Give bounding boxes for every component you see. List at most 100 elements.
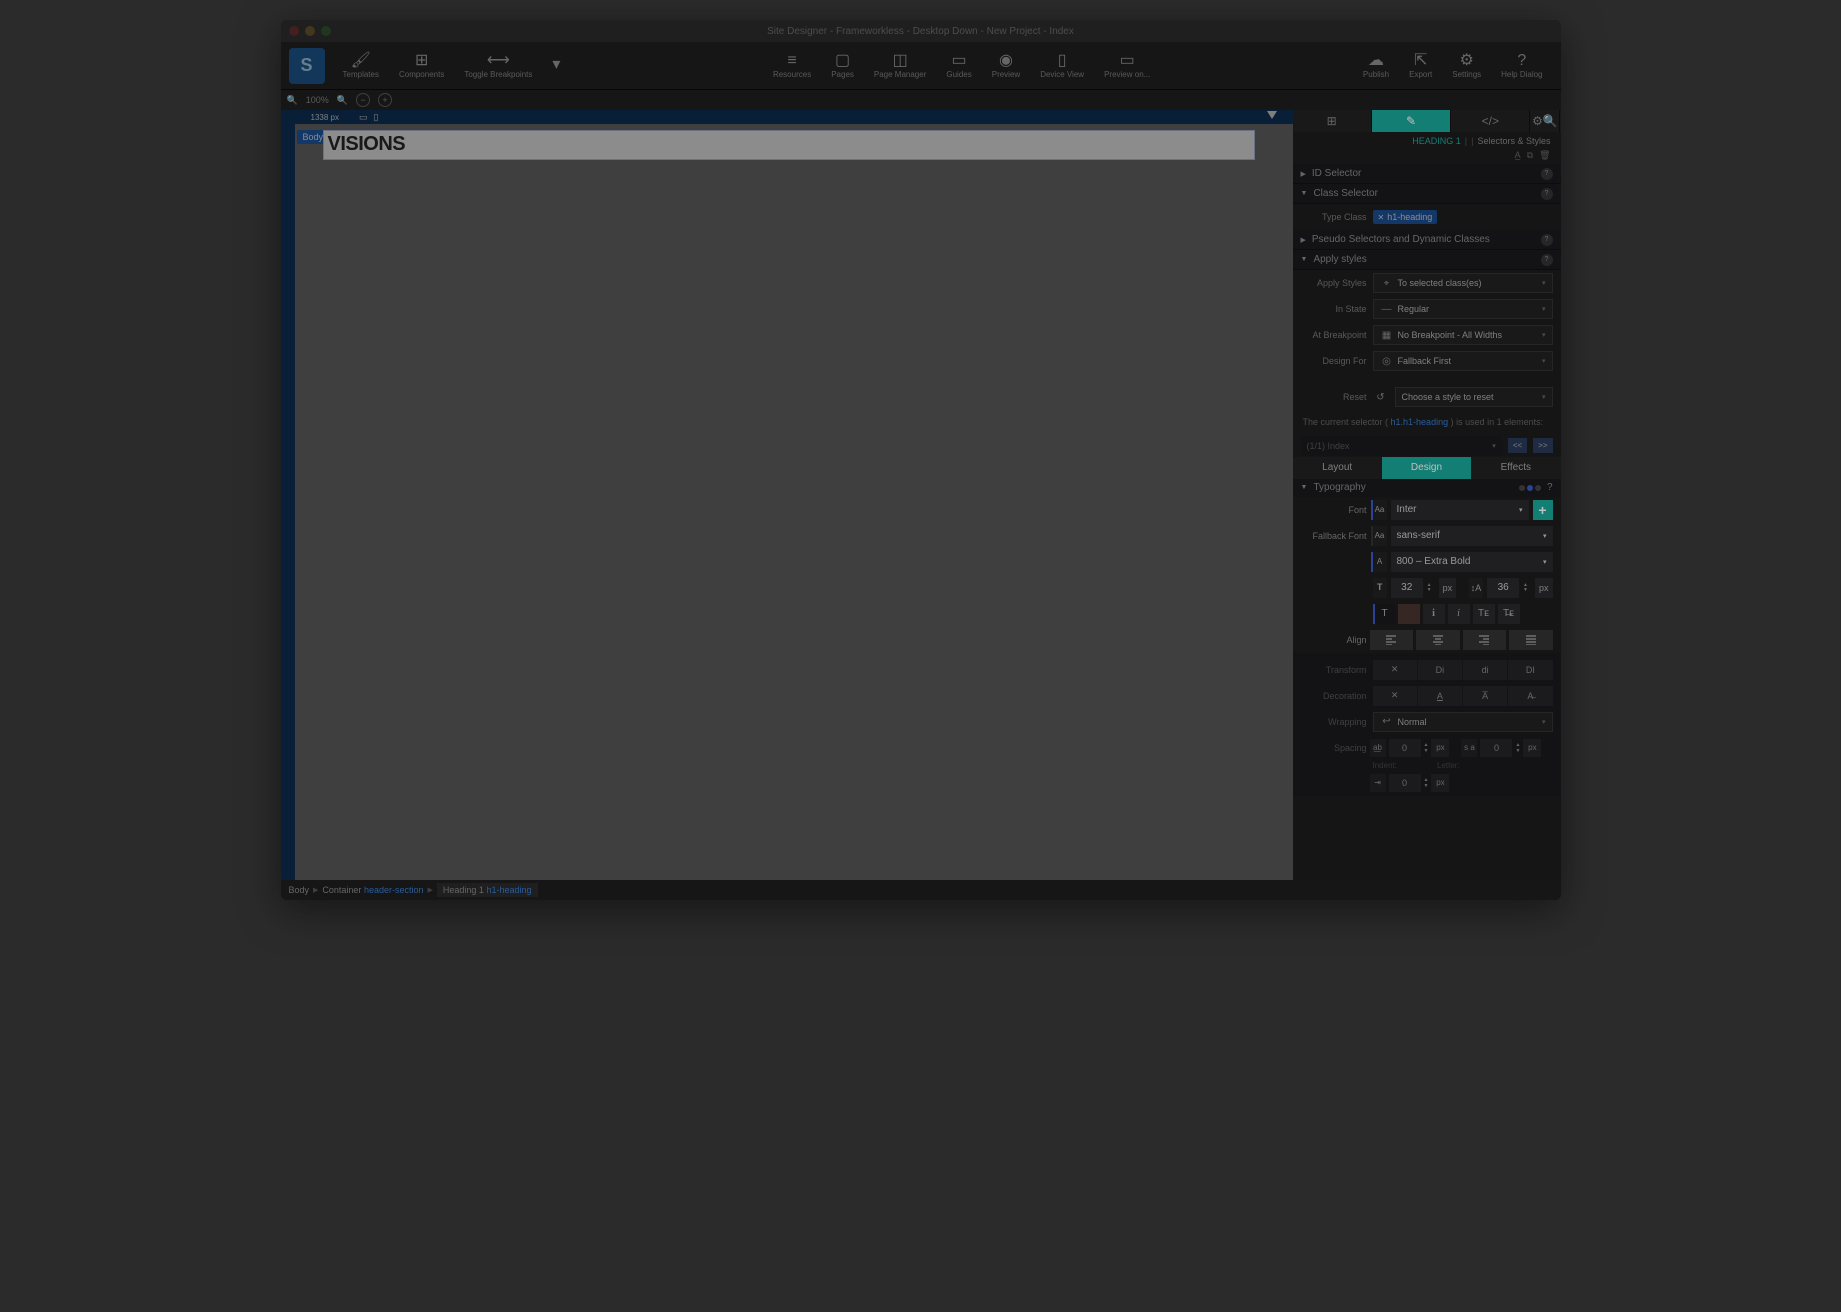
- font-weight-select[interactable]: 800 – Extra Bold▾: [1391, 552, 1553, 572]
- italic-button[interactable]: i: [1448, 604, 1470, 624]
- ruler-horizontal[interactable]: 1338 px ▭ ▯: [281, 110, 1293, 124]
- selector-link[interactable]: h1.h1-heading: [1391, 417, 1449, 427]
- word-spacing-input[interactable]: 0: [1389, 739, 1421, 757]
- device-toggle-desktop-icon[interactable]: ▭: [359, 112, 368, 123]
- id-selector-section[interactable]: ▶ID Selector?: [1293, 164, 1561, 184]
- grid-mode-tab[interactable]: ⊞: [1293, 110, 1372, 132]
- zoom-minus-button[interactable]: −: [356, 93, 370, 107]
- transform-lowercase[interactable]: di: [1463, 660, 1507, 680]
- strikethrough-button[interactable]: T̶ᴇ: [1498, 604, 1520, 624]
- pseudo-section[interactable]: ▶Pseudo Selectors and Dynamic Classes?: [1293, 230, 1561, 250]
- help-icon[interactable]: ?: [1541, 188, 1553, 200]
- smallcaps-button[interactable]: Tᴇ: [1473, 604, 1495, 624]
- add-font-button[interactable]: +: [1533, 500, 1553, 520]
- breakpoint-marker[interactable]: [1267, 111, 1277, 119]
- code-mode-tab[interactable]: </>: [1451, 110, 1530, 132]
- canvas-stage[interactable]: Body VISIONS: [295, 124, 1293, 880]
- delete-icon[interactable]: 🗑: [1539, 150, 1550, 164]
- align-left-button[interactable]: [1370, 630, 1414, 650]
- toggle-breakpoints-button[interactable]: ⟷Toggle Breakpoints: [454, 51, 542, 81]
- page-manager-button[interactable]: ◫Page Manager: [864, 51, 936, 81]
- decoration-overline[interactable]: A̅: [1463, 686, 1507, 706]
- search-tab[interactable]: ⚙🔍: [1530, 110, 1560, 132]
- next-usage-button[interactable]: >>: [1533, 438, 1552, 453]
- duplicate-icon[interactable]: ⧉: [1527, 150, 1533, 164]
- in-state-select[interactable]: —Regular▾: [1373, 299, 1553, 319]
- resources-button[interactable]: ≡Resources: [763, 51, 821, 81]
- bold-button[interactable]: i: [1423, 604, 1445, 624]
- decoration-none[interactable]: ✕: [1373, 686, 1417, 706]
- remove-chip-icon[interactable]: ✕: [1378, 213, 1385, 222]
- letter-spacing-stepper[interactable]: ▲▼: [1515, 742, 1520, 754]
- align-justify-button[interactable]: [1509, 630, 1553, 650]
- help-icon[interactable]: ?: [1541, 168, 1553, 180]
- selected-element[interactable]: VISIONS: [323, 130, 1255, 160]
- zoom-out-icon[interactable]: 🔍: [287, 95, 298, 106]
- apply-styles-select[interactable]: ⌖To selected class(es)▾: [1373, 273, 1553, 293]
- help-icon[interactable]: ?: [1541, 254, 1553, 266]
- size-unit[interactable]: px: [1439, 578, 1457, 598]
- text-color-button[interactable]: T: [1373, 604, 1395, 624]
- word-spacing-stepper[interactable]: ▲▼: [1424, 742, 1429, 754]
- decoration-strike[interactable]: A̶: [1508, 686, 1552, 706]
- bc-heading[interactable]: Heading 1 h1-heading: [437, 883, 538, 897]
- font-size-icon: 𝐓: [1373, 578, 1387, 598]
- transform-none[interactable]: ✕: [1373, 660, 1417, 680]
- preview-button[interactable]: ◉Preview: [982, 51, 1030, 81]
- apply-styles-section[interactable]: ▼Apply styles?: [1293, 250, 1561, 270]
- font-select[interactable]: Inter▾: [1391, 500, 1529, 520]
- transform-capitalize[interactable]: Di: [1418, 660, 1462, 680]
- class-chip[interactable]: ✕h1-heading: [1373, 210, 1438, 224]
- transform-uppercase[interactable]: DI: [1508, 660, 1552, 680]
- ruler-vertical[interactable]: [281, 124, 295, 880]
- style-mode-tab[interactable]: ✎: [1372, 110, 1451, 132]
- device-toggle-mobile-icon[interactable]: ▯: [373, 112, 378, 123]
- device-icon: ▯: [1058, 53, 1067, 69]
- indent-stepper[interactable]: ▲▼: [1424, 777, 1429, 789]
- size-stepper[interactable]: ▲▼: [1427, 583, 1435, 593]
- settings-button[interactable]: ⚙Settings: [1442, 51, 1491, 81]
- publish-button[interactable]: ☁Publish: [1353, 51, 1399, 81]
- help-icon[interactable]: ?: [1541, 234, 1553, 246]
- guides-button[interactable]: ▭Guides: [936, 51, 981, 81]
- align-center-button[interactable]: [1416, 630, 1460, 650]
- lh-stepper[interactable]: ▲▼: [1523, 583, 1531, 593]
- app-logo[interactable]: S: [289, 48, 325, 84]
- line-height-input[interactable]: 36: [1487, 578, 1519, 598]
- class-selector-section[interactable]: ▼Class Selector?: [1293, 184, 1561, 204]
- align-right-button[interactable]: [1463, 630, 1507, 650]
- wrapping-select[interactable]: ↩Normal▾: [1373, 712, 1553, 732]
- layout-tab[interactable]: Layout: [1293, 457, 1382, 479]
- reset-icon[interactable]: ↺: [1373, 392, 1389, 403]
- export-button[interactable]: ⇱Export: [1399, 51, 1442, 81]
- font-size-input[interactable]: 32: [1391, 578, 1423, 598]
- bc-container[interactable]: Container header-section: [322, 885, 423, 895]
- lh-unit[interactable]: px: [1535, 578, 1553, 598]
- design-tab[interactable]: Design: [1382, 457, 1471, 479]
- heading-text[interactable]: VISIONS: [324, 131, 1254, 158]
- letter-spacing-input[interactable]: 0: [1480, 739, 1512, 757]
- effects-tab[interactable]: Effects: [1471, 457, 1560, 479]
- bc-body[interactable]: Body: [289, 885, 310, 895]
- indent-input[interactable]: 0: [1389, 774, 1421, 792]
- fallback-font-select[interactable]: sans-serif▾: [1391, 526, 1553, 546]
- templates-button[interactable]: 🖌Templates: [333, 51, 389, 81]
- typography-section[interactable]: ▼ Typography ?: [1293, 479, 1561, 497]
- reset-select[interactable]: Choose a style to reset▾: [1395, 387, 1553, 407]
- preview-on-button[interactable]: ▭Preview on...: [1094, 51, 1160, 81]
- decoration-underline[interactable]: A: [1418, 686, 1462, 706]
- design-for-select[interactable]: ◎Fallback First▾: [1373, 351, 1553, 371]
- zoom-in-icon[interactable]: 🔍: [337, 95, 348, 106]
- pages-button[interactable]: ▢Pages: [821, 51, 864, 81]
- prev-usage-button[interactable]: <<: [1508, 438, 1527, 453]
- usage-item-select[interactable]: (1/1) Index▾: [1301, 436, 1502, 456]
- components-button[interactable]: ⊞Components: [389, 51, 454, 81]
- help-icon[interactable]: ?: [1547, 482, 1553, 493]
- color-swatch[interactable]: [1398, 604, 1420, 624]
- toolbar-caret[interactable]: ▾: [542, 55, 570, 76]
- rename-icon[interactable]: A̲: [1515, 150, 1521, 164]
- device-view-button[interactable]: ▯Device View: [1030, 51, 1094, 81]
- zoom-plus-button[interactable]: +: [378, 93, 392, 107]
- help-button[interactable]: ?Help Dialog: [1491, 51, 1552, 81]
- breakpoint-select[interactable]: ▦No Breakpoint - All Widths▾: [1373, 325, 1553, 345]
